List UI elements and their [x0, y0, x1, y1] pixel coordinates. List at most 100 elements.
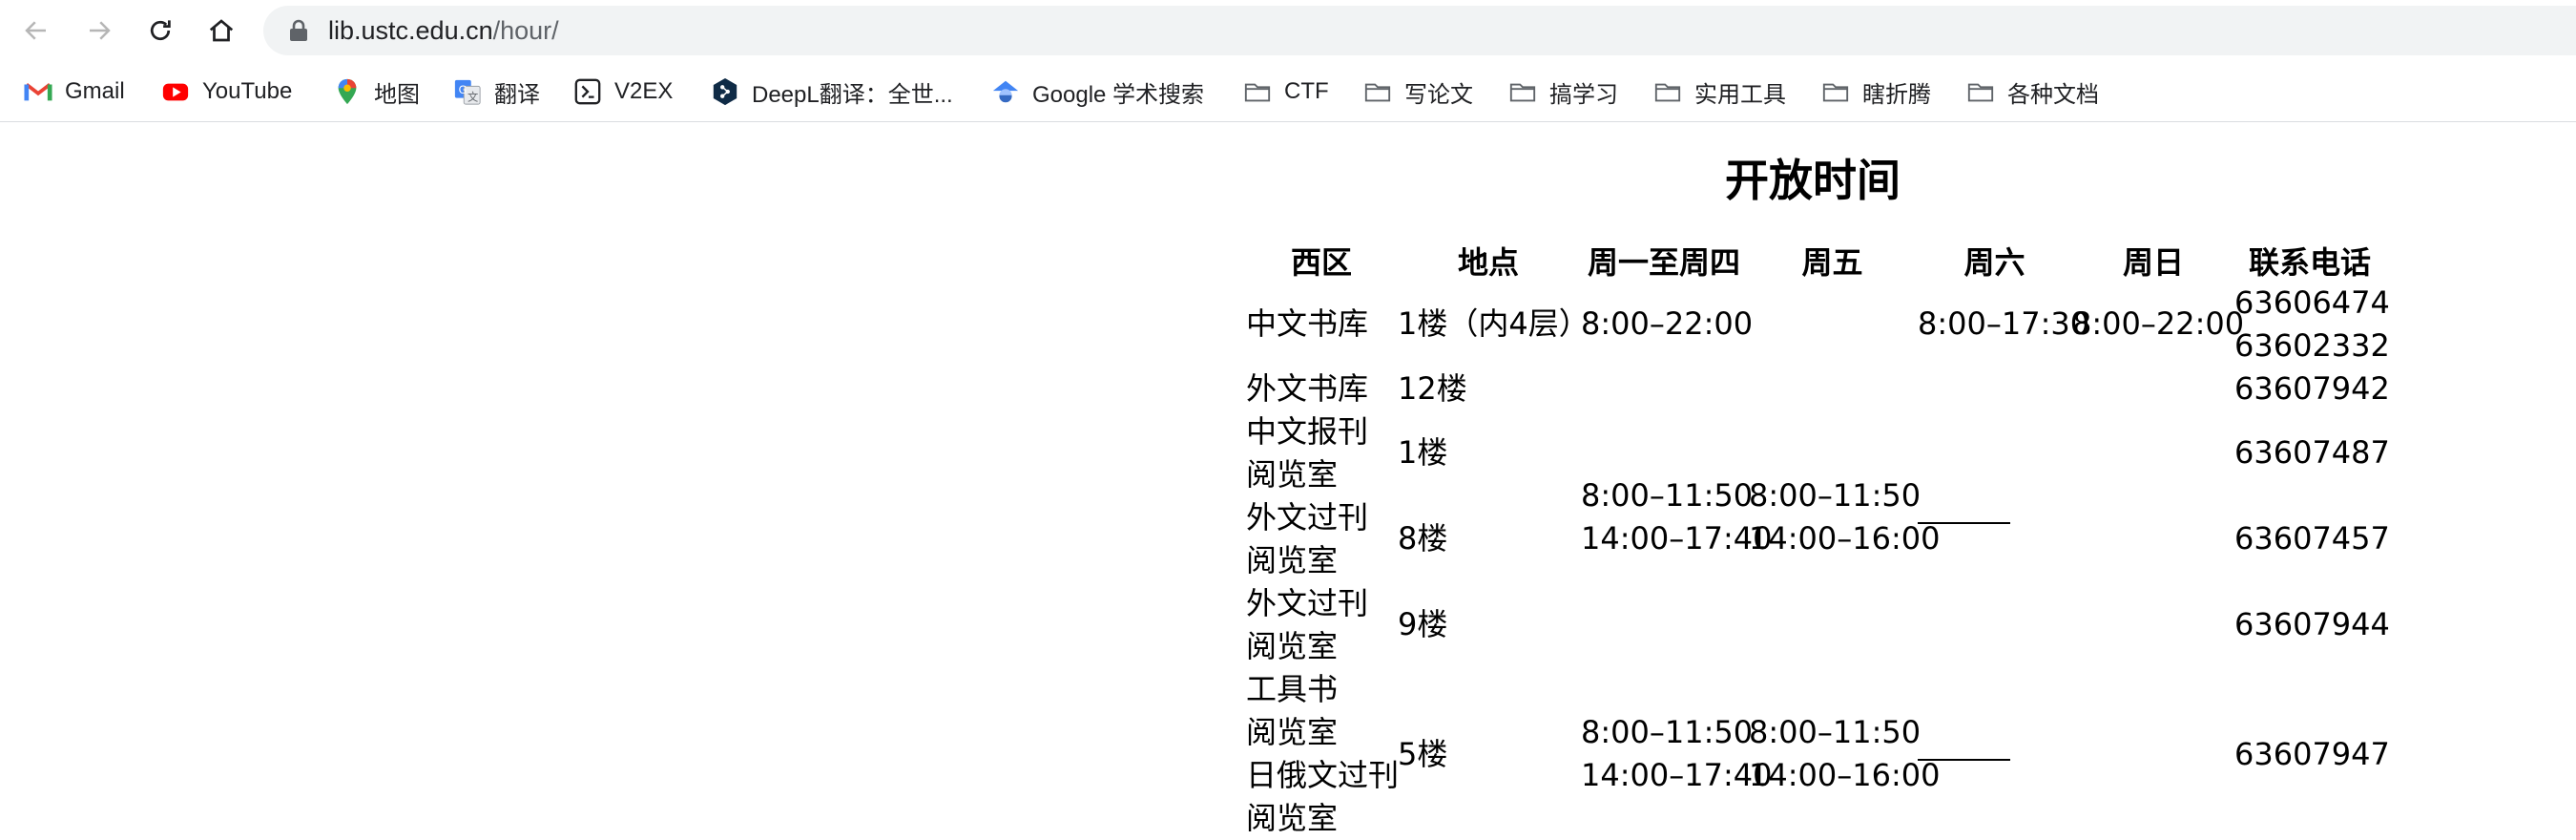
room-location: 12楼: [1398, 370, 1467, 407]
header-fri: 周五: [1801, 244, 1863, 281]
home-icon: [209, 19, 234, 42]
bookmark-label: 地图: [374, 81, 420, 108]
hours-mon-thu: 8:00–22:00: [1581, 305, 1754, 342]
header-west-area: 西区: [1290, 244, 1352, 281]
bookmark-label: 翻译: [494, 81, 540, 108]
page-title: 开放时间: [1725, 155, 1901, 206]
room-name: 工具书: [1246, 671, 1339, 707]
bookmark-label: V2EX: [614, 78, 674, 104]
url-path: /hour/: [492, 16, 559, 45]
room-location: 8楼: [1398, 520, 1448, 556]
svg-text:G: G: [459, 84, 467, 96]
bookmark-scholar[interactable]: Google 学术搜索: [990, 61, 1204, 122]
maps-icon: [332, 76, 363, 107]
phone-number: 63607487: [2234, 434, 2390, 471]
closed-dash: [1918, 522, 2010, 524]
deepl-icon: [710, 76, 740, 107]
room-name-line2: 阅览室: [1246, 456, 1339, 493]
phone-number: 63607947: [2234, 736, 2390, 772]
bookmark-youtube[interactable]: YouTube: [160, 61, 292, 122]
bookmark-folder-docs[interactable]: 各种文档: [1965, 61, 2099, 122]
room-name: 外文过刊: [1246, 499, 1369, 536]
closed-dash: [1918, 759, 2010, 761]
v2ex-icon: [572, 76, 603, 107]
header-phone: 联系电话: [2248, 244, 2371, 281]
bookmark-label: DeepL翻译：全世...: [752, 81, 953, 108]
folder-icon: [1820, 76, 1851, 107]
header-sun: 周日: [2122, 244, 2184, 281]
bookmark-folder-ctf[interactable]: CTF: [1242, 61, 1329, 122]
room-name: 外文过刊: [1246, 585, 1369, 621]
room-location: 1楼: [1398, 434, 1448, 471]
svg-text:文: 文: [467, 90, 478, 103]
page-content: 开放时间 西区 地点 周一至周四 周五 周六 周日 联系电话 中文书库 1楼（内…: [0, 123, 2576, 840]
youtube-icon: [160, 76, 191, 107]
bookmarks-bar: Gmail YouTube 地图 G文 翻译 V2EX DeepL翻译：全世..…: [0, 61, 2576, 122]
hours-fri-am: 8:00–11:50: [1749, 714, 1922, 750]
folder-icon: [1965, 76, 1996, 107]
arrow-left-icon: [25, 21, 46, 40]
folder-icon: [1362, 76, 1393, 107]
reload-icon: [150, 20, 171, 41]
home-button[interactable]: [202, 11, 240, 50]
room-name-line2: 阅览室: [1246, 714, 1339, 750]
header-mon-thu: 周一至周四: [1587, 244, 1740, 281]
hours-mon-thu-pm: 14:00–17:40: [1581, 757, 1773, 793]
browser-toolbar: lib.ustc.edu.cn/hour/: [0, 0, 2576, 61]
bookmark-deepl[interactable]: DeepL翻译：全世...: [710, 61, 953, 122]
bookmark-label: Gmail: [65, 78, 125, 104]
lock-icon: [290, 19, 307, 41]
hours-fri-am: 8:00–11:50: [1749, 477, 1922, 514]
url-text: lib.ustc.edu.cn/hour/: [328, 6, 559, 55]
room-name: 中文报刊: [1246, 413, 1369, 450]
bookmark-label: Google 学术搜索: [1032, 81, 1205, 108]
bookmark-folder-writing[interactable]: 写论文: [1362, 61, 1473, 122]
phone-number: 63607944: [2234, 606, 2390, 642]
gmail-icon: [23, 76, 53, 107]
scholar-icon: [990, 76, 1021, 107]
bookmark-folder-tools[interactable]: 实用工具: [1652, 61, 1786, 122]
folder-icon: [1242, 76, 1273, 107]
url-host: lib.ustc.edu.cn: [328, 16, 493, 45]
room-name: 中文书库: [1246, 305, 1369, 342]
back-button[interactable]: [17, 11, 55, 50]
bookmark-label: CTF: [1284, 78, 1329, 104]
hours-sat: 8:00–17:30: [1918, 305, 2090, 342]
room-name: 外文书库: [1246, 370, 1369, 407]
address-bar[interactable]: lib.ustc.edu.cn/hour/: [263, 6, 2576, 55]
bookmark-maps[interactable]: 地图: [332, 61, 420, 122]
hours-fri-pm: 14:00–16:00: [1749, 520, 1941, 556]
bookmark-folder-tinker[interactable]: 瞎折腾: [1820, 61, 1931, 122]
room-location: 9楼: [1398, 606, 1448, 642]
hours-mon-thu-am: 8:00–11:50: [1581, 714, 1754, 750]
bookmark-translate[interactable]: G文 翻译: [452, 61, 540, 122]
arrow-right-icon: [90, 21, 111, 40]
phone-number: 63606474: [2234, 284, 2390, 321]
room-location: 5楼: [1398, 736, 1448, 772]
folder-icon: [1507, 76, 1538, 107]
bookmark-label: 瞎折腾: [1862, 81, 1931, 108]
header-location: 地点: [1457, 244, 1519, 281]
forward-button[interactable]: [80, 11, 118, 50]
hours-fri-pm: 14:00–16:00: [1749, 757, 1941, 793]
bookmark-label: 搞学习: [1549, 81, 1618, 108]
room-name-line2: 阅览室: [1246, 628, 1339, 664]
bookmark-folder-study[interactable]: 搞学习: [1507, 61, 1618, 122]
bookmark-label: YouTube: [202, 78, 293, 104]
reload-button[interactable]: [141, 11, 179, 50]
room-name-line4: 阅览室: [1246, 800, 1339, 836]
phone-number: 63602332: [2234, 327, 2390, 364]
bookmark-label: 写论文: [1404, 81, 1473, 108]
folder-icon: [1652, 76, 1683, 107]
room-location: 1楼（内4层）: [1398, 305, 1589, 342]
hours-sun: 8:00–22:00: [2072, 305, 2245, 342]
room-name-line3: 日俄文过刊: [1246, 757, 1400, 793]
header-sat: 周六: [1963, 244, 2025, 281]
hours-mon-thu-am: 8:00–11:50: [1581, 477, 1754, 514]
phone-number: 63607457: [2234, 520, 2390, 556]
bookmark-v2ex[interactable]: V2EX: [572, 61, 673, 122]
translate-icon: G文: [452, 76, 483, 107]
bookmark-label: 各种文档: [2007, 81, 2099, 108]
bookmark-gmail[interactable]: Gmail: [23, 61, 125, 122]
phone-number: 63607942: [2234, 370, 2390, 407]
